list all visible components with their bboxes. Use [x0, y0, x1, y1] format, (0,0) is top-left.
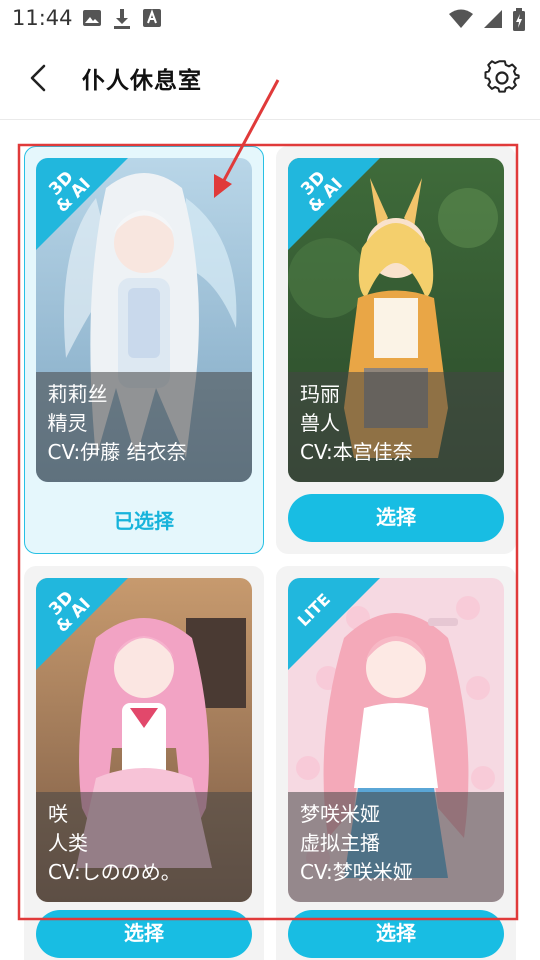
badge-3d-ai: 3D & AI [36, 578, 128, 670]
battery-icon [513, 8, 525, 31]
character-info: 梦咲米娅 虚拟主播 CV:梦咲米娅 [288, 792, 504, 902]
app-notification-icon [143, 9, 161, 27]
character-type: 精灵 [47, 410, 88, 435]
status-notification-icons [82, 8, 162, 30]
character-info: 莉莉丝 精灵 CV:伊藤 结衣奈 [35, 371, 252, 482]
character-cv: CV:伊藤 结衣奈 [47, 439, 187, 464]
select-button[interactable]: 选择 [288, 494, 504, 542]
back-button[interactable] [22, 58, 58, 98]
page-title: 仆人休息室 [82, 68, 202, 94]
status-system-icons [448, 8, 526, 32]
character-name: 玛丽 [300, 382, 340, 406]
selected-label: 已选择 [114, 509, 174, 533]
character-portrait: 3D & AI 咲 人类 CV:しののめ。 [36, 578, 252, 902]
settings-button[interactable] [484, 60, 520, 96]
download-notification-icon [114, 9, 130, 29]
wifi-icon [449, 9, 473, 28]
character-name: 莉莉丝 [47, 381, 108, 406]
badge-3d-ai: 3D & AI [288, 158, 380, 250]
app-bar: 仆人休息室 [0, 38, 540, 120]
character-card-mia[interactable]: LITE 梦咲米娅 虚拟主播 CV:梦咲米娅 [276, 566, 516, 960]
character-type: 虚拟主播 [300, 831, 380, 855]
select-button[interactable]: 选择 [288, 910, 504, 958]
status-time: 11:44 [12, 6, 73, 30]
character-card-lilith[interactable]: 3D & AI 莉莉丝 精灵 CV:伊藤 结衣奈 已选择 [24, 146, 264, 554]
character-type: 人类 [48, 831, 88, 855]
back-arrow-icon [30, 64, 46, 92]
gear-icon [484, 60, 520, 93]
character-name: 咲 [48, 802, 68, 826]
character-grid: 3D & AI 莉莉丝 精灵 CV:伊藤 结衣奈 已选择 3D & AI 玛丽 … [0, 120, 540, 960]
character-type: 兽人 [300, 411, 340, 435]
character-cv: CV:本宫佳奈 [300, 440, 413, 464]
character-name: 梦咲米娅 [300, 802, 380, 826]
character-portrait: 3D & AI 莉莉丝 精灵 CV:伊藤 结衣奈 [35, 157, 252, 482]
character-card-saki[interactable]: 3D & AI 咲 人类 CV:しののめ。 [24, 566, 264, 960]
badge-lite: LITE [288, 578, 380, 670]
character-info: 玛丽 兽人 CV:本宫佳奈 [288, 372, 504, 482]
character-cv: CV:しののめ。 [48, 860, 181, 884]
signal-icon [484, 10, 502, 28]
status-bar: 11:44 [0, 0, 540, 38]
image-notification-icon [83, 10, 101, 26]
character-portrait: LITE 梦咲米娅 虚拟主播 CV:梦咲米娅 [288, 578, 504, 902]
character-portrait: 3D & AI 玛丽 兽人 CV:本宫佳奈 [288, 158, 504, 482]
character-card-mary[interactable]: 3D & AI 玛丽 兽人 CV:本宫佳奈 选择 [276, 146, 516, 554]
badge-3d-ai: 3D & AI [35, 157, 128, 250]
character-cv: CV:梦咲米娅 [300, 860, 413, 884]
select-button[interactable]: 选择 [36, 910, 252, 958]
character-info: 咲 人类 CV:しののめ。 [36, 792, 252, 902]
